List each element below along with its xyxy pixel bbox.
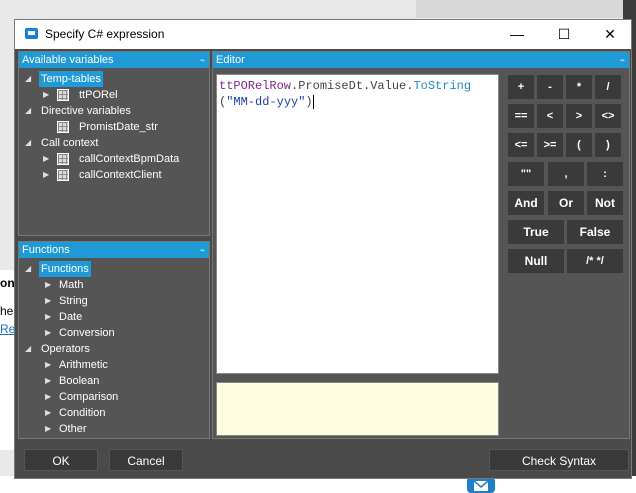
text-caret xyxy=(312,94,314,109)
quotes-button[interactable]: "" xyxy=(508,162,544,186)
tree-label: Temp-tables xyxy=(39,71,103,87)
collapse-arrow-icon[interactable]: ◢ xyxy=(25,261,31,277)
expand-arrow-icon[interactable]: ▶ xyxy=(43,167,49,183)
not-button[interactable]: Not xyxy=(587,191,623,215)
table-icon xyxy=(57,169,69,181)
collapse-arrow-icon[interactable]: ◢ xyxy=(25,103,31,119)
greater-equal-button[interactable]: >= xyxy=(537,133,563,157)
functions-panel-header: Functions ⌁ xyxy=(19,242,209,258)
false-button[interactable]: False xyxy=(567,220,623,244)
cancel-button[interactable]: Cancel xyxy=(109,449,183,471)
expand-arrow-icon[interactable]: ▶ xyxy=(43,87,49,103)
less-equal-button[interactable]: <= xyxy=(508,133,534,157)
tree-label: Operators xyxy=(41,343,90,355)
collapse-arrow-icon[interactable]: ◢ xyxy=(25,135,31,151)
collapse-arrow-icon[interactable]: ◢ xyxy=(25,341,31,357)
comma-button[interactable]: , xyxy=(548,162,584,186)
pin-icon[interactable]: ⌁ xyxy=(200,52,205,68)
code-member: Value xyxy=(370,79,407,93)
minimize-button[interactable]: — xyxy=(494,20,540,49)
functions-panel: Functions ⌁ ◢ Functions ▶ Math ▶ String … xyxy=(18,241,210,439)
code-paren: ) xyxy=(305,95,313,109)
tree-label: Condition xyxy=(59,407,106,419)
syntax-message-area xyxy=(216,382,499,436)
tree-label: Call context xyxy=(41,137,99,149)
null-button[interactable]: Null xyxy=(508,249,564,273)
tree-label: Other xyxy=(59,423,87,435)
colon-button[interactable]: : xyxy=(587,162,623,186)
background-text: he xyxy=(0,304,14,318)
expand-arrow-icon[interactable]: ▶ xyxy=(45,405,51,421)
expand-arrow-icon[interactable]: ▶ xyxy=(43,151,49,167)
close-paren-button[interactable]: ) xyxy=(595,133,621,157)
table-icon xyxy=(57,89,69,101)
variables-panel-header: Available variables ⌁ xyxy=(19,52,209,68)
true-button[interactable]: True xyxy=(508,220,564,244)
expand-arrow-icon[interactable]: ▶ xyxy=(45,389,51,405)
tree-label: Date xyxy=(59,311,83,323)
variables-panel-title: Available variables xyxy=(22,54,114,66)
maximize-button[interactable]: ☐ xyxy=(541,20,587,49)
editor-panel-header: Editor ⌁ xyxy=(213,52,629,68)
tree-label: Math xyxy=(59,279,84,291)
title-bar[interactable]: Specify C# expression — ☐ ✕ xyxy=(15,20,631,49)
pin-icon[interactable]: ⌁ xyxy=(620,52,625,68)
tree-label: Conversion xyxy=(59,327,115,339)
minus-button[interactable]: - xyxy=(537,75,563,99)
not-equal-button[interactable]: <> xyxy=(595,104,621,128)
background-window-top xyxy=(416,0,636,18)
code-object: ttPORelRow xyxy=(219,79,292,93)
tree-label: ttPORel xyxy=(79,89,118,101)
expression-editor[interactable]: ttPORelRow.PromiseDt.Value.ToString ("MM-… xyxy=(216,74,499,374)
expand-arrow-icon[interactable]: ▶ xyxy=(45,421,51,437)
code-member: PromiseDt xyxy=(298,79,364,93)
expand-arrow-icon[interactable]: ▶ xyxy=(45,293,51,309)
equals-button[interactable]: == xyxy=(508,104,534,128)
comment-button[interactable]: /* */ xyxy=(567,249,623,273)
app-icon xyxy=(25,28,38,39)
tree-label: Comparison xyxy=(59,391,119,403)
divide-button[interactable]: / xyxy=(595,75,621,99)
editor-panel-title: Editor xyxy=(216,54,245,66)
tree-label: Arithmetic xyxy=(59,359,108,371)
functions-panel-title: Functions xyxy=(22,244,70,256)
tree-label: Boolean xyxy=(59,375,100,387)
table-icon xyxy=(57,153,69,165)
expand-arrow-icon[interactable]: ▶ xyxy=(45,309,51,325)
multiply-button[interactable]: * xyxy=(566,75,592,99)
tree-label: PromistDate_str xyxy=(79,121,158,133)
less-than-button[interactable]: < xyxy=(537,104,563,128)
variable-icon xyxy=(57,121,69,133)
tree-label: Functions xyxy=(39,261,91,277)
background-heading: on xyxy=(0,276,15,290)
tree-label: callContextClient xyxy=(79,169,162,181)
open-paren-button[interactable]: ( xyxy=(566,133,592,157)
and-button[interactable]: And xyxy=(508,191,544,215)
expand-arrow-icon[interactable]: ▶ xyxy=(45,357,51,373)
pin-icon[interactable]: ⌁ xyxy=(200,242,205,258)
tree-label: Directive variables xyxy=(41,105,131,117)
expand-arrow-icon[interactable]: ▶ xyxy=(45,277,51,293)
dialog-title: Specify C# expression xyxy=(45,27,165,41)
expression-dialog: Specify C# expression — ☐ ✕ Available va… xyxy=(14,19,632,479)
or-button[interactable]: Or xyxy=(548,191,584,215)
ok-button[interactable]: OK xyxy=(24,449,98,471)
code-string: "MM-dd-yyy" xyxy=(226,95,306,109)
code-function: ToString xyxy=(413,79,472,93)
tree-label: callContextBpmData xyxy=(79,153,180,165)
close-button[interactable]: ✕ xyxy=(587,20,633,49)
expand-arrow-icon[interactable]: ▶ xyxy=(45,373,51,389)
greater-than-button[interactable]: > xyxy=(566,104,592,128)
plus-button[interactable]: + xyxy=(508,75,534,99)
tree-label: String xyxy=(59,295,88,307)
collapse-arrow-icon[interactable]: ◢ xyxy=(25,71,31,87)
check-syntax-button[interactable]: Check Syntax xyxy=(489,449,629,471)
expand-arrow-icon[interactable]: ▶ xyxy=(45,325,51,341)
variables-panel: Available variables ⌁ ◢ Temp-tables ▶ tt… xyxy=(18,51,210,236)
